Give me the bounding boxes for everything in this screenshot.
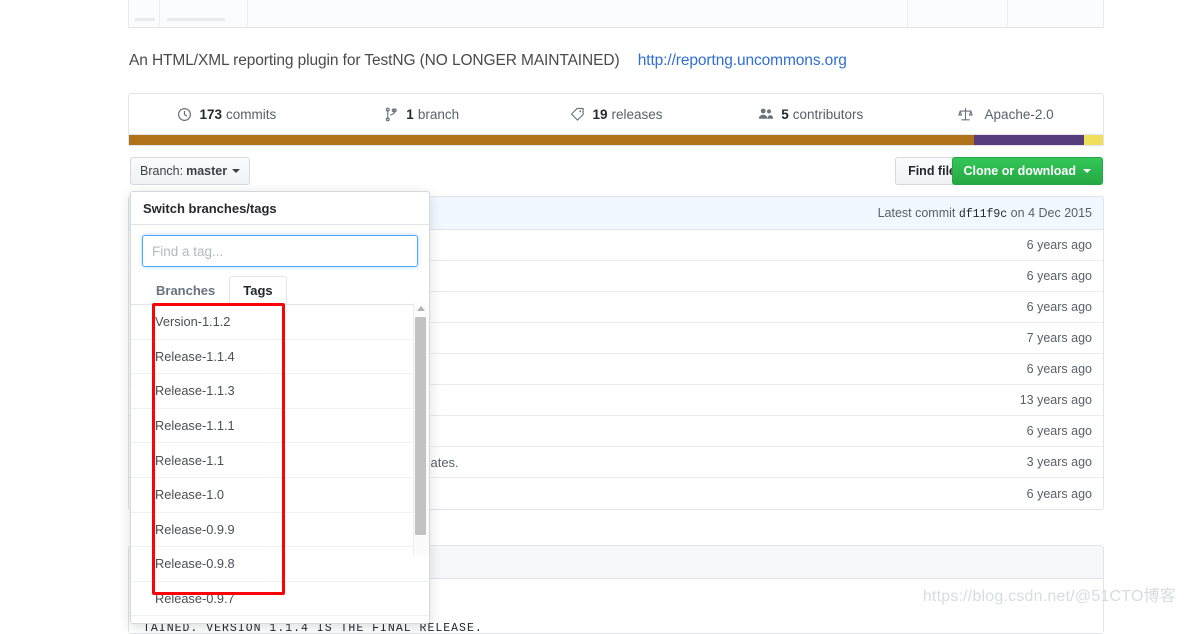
- numbers-item-license[interactable]: Apache-2.0: [908, 94, 1103, 134]
- repo-description-text: An HTML/XML reporting plugin for TestNG …: [129, 52, 620, 69]
- people-icon: [758, 106, 774, 122]
- repo-homepage-link[interactable]: http://reportng.uncommons.org: [638, 52, 847, 69]
- file-age: 6 years ago: [1026, 269, 1092, 283]
- file-age: 6 years ago: [1026, 362, 1092, 376]
- tab-tags[interactable]: Tags: [229, 276, 287, 305]
- latest-commit-date: 4 Dec 2015: [1028, 205, 1092, 220]
- law-icon: [958, 106, 974, 122]
- file-age: 6 years ago: [1026, 424, 1092, 438]
- branch-prefix-label: Branch:: [140, 164, 184, 178]
- numbers-label: contributors: [792, 106, 864, 122]
- branch-name-label: master: [186, 164, 228, 178]
- chevron-down-icon: [232, 169, 241, 173]
- strip-placeholder-bar: [135, 18, 155, 21]
- tag-search-input[interactable]: [142, 235, 418, 267]
- list-item[interactable]: Release-0.9.7: [131, 581, 429, 617]
- repo-summary-box: 173 commits 1 branch 19 releases 5 contr…: [128, 93, 1104, 146]
- latest-commit-date-prefix: on: [1010, 205, 1025, 220]
- repo-toolbar: Branch: master Find file Clone or downlo…: [128, 157, 1104, 187]
- numbers-item-releases[interactable]: 19 releases: [519, 94, 714, 134]
- list-item[interactable]: Release-0.9.9: [131, 512, 429, 548]
- scroll-up-arrow-icon[interactable]: [417, 306, 425, 311]
- dropdown-tabs: Branches Tags: [131, 276, 429, 305]
- strip-cell: [159, 0, 248, 27]
- clock-icon: [177, 106, 193, 122]
- clone-or-download-button[interactable]: Clone or download: [951, 157, 1103, 185]
- clone-label: Clone or download: [963, 164, 1077, 178]
- language-segment-javascript: [1084, 135, 1103, 145]
- numbers-label: branch: [417, 106, 460, 122]
- list-item[interactable]: Release-1.1: [131, 443, 429, 478]
- language-segment-java: [129, 135, 975, 145]
- list-item[interactable]: Release-0.9.6: [131, 616, 429, 623]
- list-item[interactable]: Release-1.1.4: [131, 339, 429, 375]
- dropdown-title: Switch branches/tags: [131, 192, 429, 225]
- strip-cell: [247, 0, 908, 27]
- branch-tag-dropdown: Switch branches/tags Branches Tags Versi…: [130, 191, 430, 624]
- numbers-count: 173: [199, 106, 223, 122]
- list-item[interactable]: Version-1.1.2: [131, 305, 429, 340]
- numbers-item-commits[interactable]: 173 commits: [129, 94, 324, 134]
- language-bar: [129, 134, 1103, 145]
- numbers-item-branches[interactable]: 1 branch: [324, 94, 519, 134]
- strip-cell: [907, 0, 1008, 27]
- list-item[interactable]: Release-1.1.3: [131, 374, 429, 409]
- tab-branches[interactable]: Branches: [142, 276, 229, 305]
- list-item[interactable]: Release-1.0: [131, 477, 429, 513]
- numbers-label: Apache-2.0: [984, 106, 1054, 122]
- file-age: 6 years ago: [1026, 238, 1092, 252]
- scrollbar-thumb[interactable]: [415, 317, 426, 535]
- numbers-count: 5: [781, 106, 789, 122]
- list-scrollbar[interactable]: [413, 303, 429, 555]
- top-clipped-table-strip: [128, 0, 1104, 28]
- file-age: 3 years ago: [1026, 455, 1092, 469]
- repo-description: An HTML/XML reporting plugin for TestNG …: [129, 52, 847, 70]
- dropdown-search-wrap: [131, 225, 429, 276]
- strip-cell: [129, 0, 160, 27]
- list-item[interactable]: Release-0.9.8: [131, 547, 429, 582]
- file-age: 6 years ago: [1026, 486, 1092, 501]
- numbers-item-contributors[interactable]: 5 contributors: [713, 94, 908, 134]
- file-age: 13 years ago: [1019, 393, 1092, 407]
- branch-selector-button[interactable]: Branch: master: [130, 157, 251, 185]
- tag-list: Version-1.1.2 Release-1.1.4 Release-1.1.…: [131, 305, 429, 623]
- numbers-label: commits: [226, 106, 277, 122]
- watermark-text: https://blog.csdn.net/@51CTO博客: [922, 588, 1176, 605]
- repo-numbers-list: 173 commits 1 branch 19 releases 5 contr…: [129, 94, 1103, 134]
- tag-icon: [569, 106, 585, 122]
- branch-icon: [383, 106, 399, 122]
- list-item[interactable]: Release-1.1.1: [131, 408, 429, 444]
- numbers-label: releases: [611, 106, 663, 122]
- language-segment-purple: [974, 135, 1085, 145]
- chevron-down-icon: [1083, 169, 1091, 173]
- numbers-count: 19: [592, 106, 608, 122]
- latest-commit-prefix: Latest commit: [877, 205, 956, 220]
- latest-commit-sha[interactable]: df11f9c: [959, 208, 1007, 221]
- strip-placeholder-bar: [167, 18, 225, 21]
- file-age: 7 years ago: [1026, 331, 1092, 345]
- file-age: 6 years ago: [1026, 300, 1092, 314]
- latest-commit-meta: Latest commit df11f9c on 4 Dec 2015: [878, 206, 1092, 221]
- numbers-count: 1: [406, 106, 414, 122]
